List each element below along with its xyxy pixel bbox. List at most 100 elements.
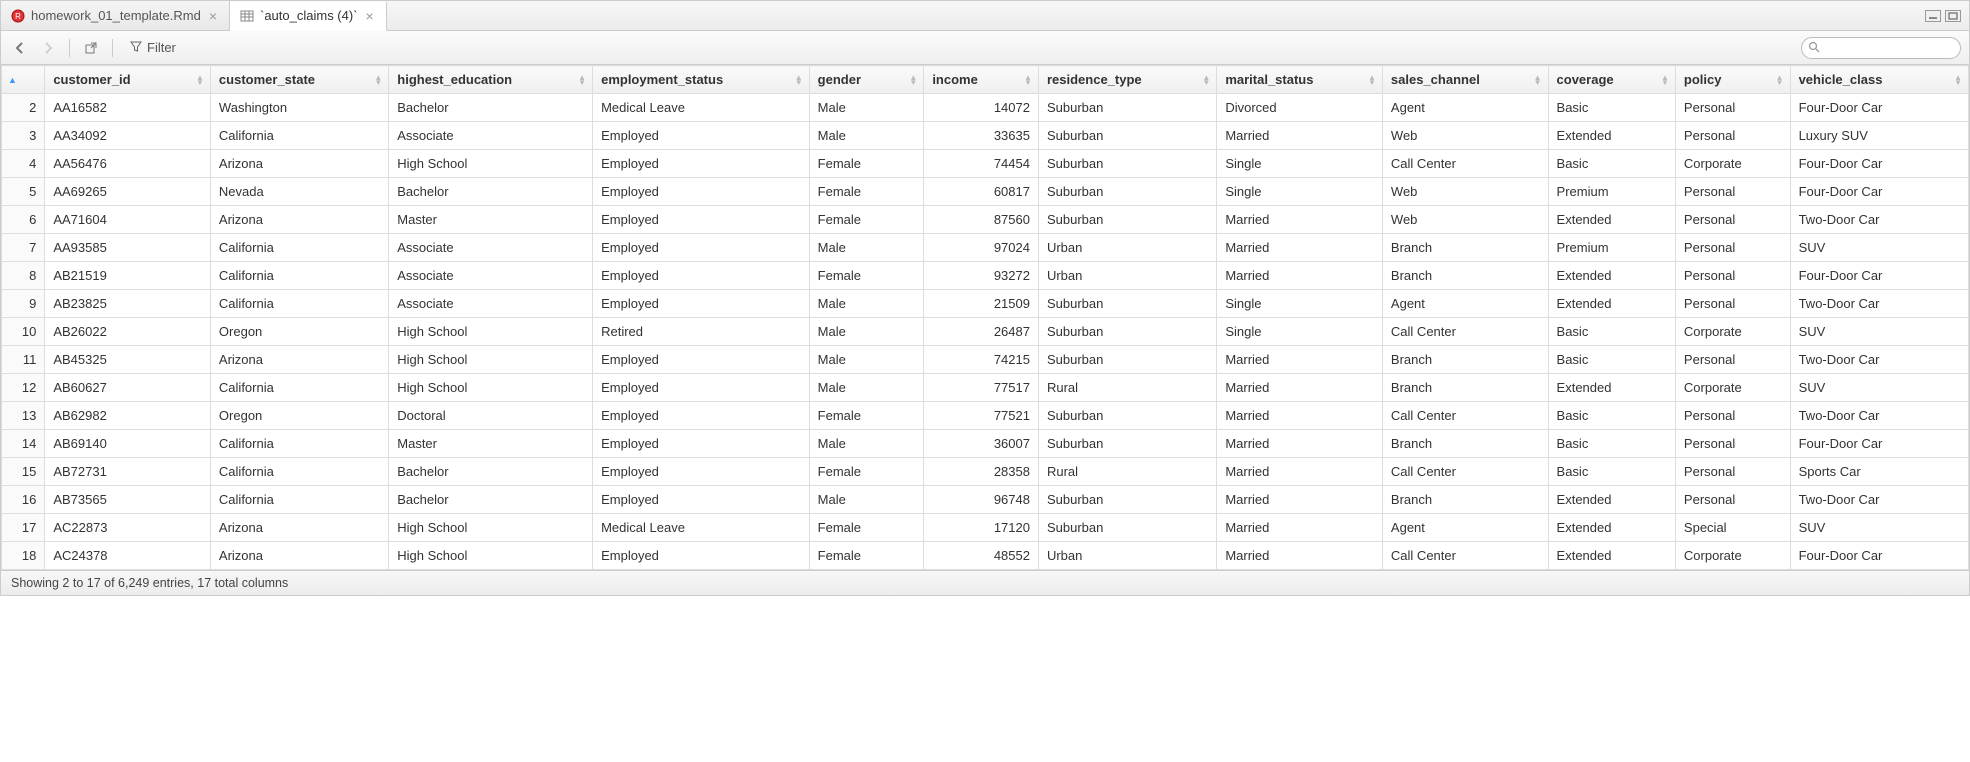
table-row[interactable]: 7AA93585CaliforniaAssociateEmployedMale9… (2, 234, 1969, 262)
table-row[interactable]: 10AB26022OregonHigh SchoolRetiredMale264… (2, 318, 1969, 346)
table-row[interactable]: 5AA69265NevadaBachelorEmployedFemale6081… (2, 178, 1969, 206)
table-row[interactable]: 11AB45325ArizonaHigh SchoolEmployedMale7… (2, 346, 1969, 374)
row-number-cell: 8 (2, 262, 45, 290)
table-row[interactable]: 14AB69140CaliforniaMasterEmployedMale360… (2, 430, 1969, 458)
cell-marital_status: Single (1217, 290, 1383, 318)
cell-highest_education: High School (389, 346, 593, 374)
column-header-customer_state[interactable]: customer_state▲▼ (210, 66, 388, 94)
column-label: coverage (1557, 72, 1614, 87)
sort-toggle-icon[interactable]: ▲▼ (1776, 75, 1784, 85)
row-number-cell: 11 (2, 346, 45, 374)
cell-highest_education: High School (389, 374, 593, 402)
cell-marital_status: Married (1217, 542, 1383, 570)
cell-vehicle_class: Four-Door Car (1790, 430, 1968, 458)
cell-vehicle_class: SUV (1790, 514, 1968, 542)
cell-income: 17120 (924, 514, 1039, 542)
sort-toggle-icon[interactable]: ▲▼ (1368, 75, 1376, 85)
table-row[interactable]: 6AA71604ArizonaMasterEmployedFemale87560… (2, 206, 1969, 234)
sort-toggle-icon[interactable]: ▲▼ (1202, 75, 1210, 85)
column-header-gender[interactable]: gender▲▼ (809, 66, 924, 94)
tab-auto-claims[interactable]: `auto_claims (4)` × (230, 2, 387, 31)
table-row[interactable]: 15AB72731CaliforniaBachelorEmployedFemal… (2, 458, 1969, 486)
column-header-customer_id[interactable]: customer_id ▲▼ (45, 66, 211, 94)
cell-income: 48552 (924, 542, 1039, 570)
cell-coverage: Basic (1548, 150, 1675, 178)
sort-toggle-icon[interactable]: ▲▼ (196, 75, 204, 85)
cell-employment_status: Medical Leave (593, 94, 810, 122)
minimize-pane-button[interactable] (1925, 10, 1941, 22)
table-row[interactable]: 16AB73565CaliforniaBachelorEmployedMale9… (2, 486, 1969, 514)
row-number-header[interactable] (2, 66, 45, 94)
nav-back-button[interactable] (9, 37, 31, 59)
close-icon[interactable]: × (364, 8, 376, 24)
sort-toggle-icon[interactable]: ▲▼ (1661, 75, 1669, 85)
table-row[interactable]: 12AB60627CaliforniaHigh SchoolEmployedMa… (2, 374, 1969, 402)
cell-coverage: Extended (1548, 374, 1675, 402)
popout-button[interactable] (80, 37, 102, 59)
maximize-pane-button[interactable] (1945, 10, 1961, 22)
filter-button[interactable]: Filter (123, 37, 182, 58)
close-icon[interactable]: × (207, 8, 219, 24)
sort-toggle-icon[interactable]: ▲▼ (1954, 75, 1962, 85)
cell-marital_status: Married (1217, 486, 1383, 514)
cell-policy: Personal (1675, 402, 1790, 430)
cell-highest_education: High School (389, 514, 593, 542)
table-row[interactable]: 2AA16582WashingtonBachelorMedical LeaveM… (2, 94, 1969, 122)
tab-homework-rmd[interactable]: R homework_01_template.Rmd × (1, 1, 230, 30)
column-header-residence_type[interactable]: residence_type▲▼ (1038, 66, 1216, 94)
column-header-highest_education[interactable]: highest_education▲▼ (389, 66, 593, 94)
search-input[interactable] (1801, 37, 1961, 59)
cell-customer_id: AC22873 (45, 514, 211, 542)
column-header-coverage[interactable]: coverage ▲▼ (1548, 66, 1675, 94)
cell-employment_status: Employed (593, 122, 810, 150)
column-header-income[interactable]: income▲▼ (924, 66, 1039, 94)
cell-residence_type: Suburban (1038, 346, 1216, 374)
column-label: vehicle_class (1799, 72, 1883, 87)
sort-toggle-icon[interactable]: ▲▼ (1024, 75, 1032, 85)
table-row[interactable]: 8AB21519CaliforniaAssociateEmployedFemal… (2, 262, 1969, 290)
cell-sales_channel: Agent (1382, 290, 1548, 318)
cell-income: 33635 (924, 122, 1039, 150)
cell-highest_education: Associate (389, 290, 593, 318)
table-row[interactable]: 18AC24378ArizonaHigh SchoolEmployedFemal… (2, 542, 1969, 570)
table-row[interactable]: 3AA34092CaliforniaAssociateEmployedMale3… (2, 122, 1969, 150)
cell-residence_type: Suburban (1038, 122, 1216, 150)
sort-toggle-icon[interactable]: ▲▼ (795, 75, 803, 85)
sort-toggle-icon[interactable]: ▲▼ (374, 75, 382, 85)
cell-gender: Male (809, 234, 924, 262)
column-label: policy (1684, 72, 1722, 87)
tab-label: homework_01_template.Rmd (31, 8, 201, 23)
cell-employment_status: Employed (593, 542, 810, 570)
column-header-policy[interactable]: policy ▲▼ (1675, 66, 1790, 94)
column-header-vehicle_class[interactable]: vehicle_class ▲▼ (1790, 66, 1968, 94)
row-number-cell: 13 (2, 402, 45, 430)
cell-sales_channel: Web (1382, 206, 1548, 234)
table-row[interactable]: 17AC22873ArizonaHigh SchoolMedical Leave… (2, 514, 1969, 542)
column-header-employment_status[interactable]: employment_status▲▼ (593, 66, 810, 94)
cell-coverage: Extended (1548, 122, 1675, 150)
cell-sales_channel: Branch (1382, 262, 1548, 290)
nav-forward-button[interactable] (37, 37, 59, 59)
cell-highest_education: Bachelor (389, 486, 593, 514)
sort-toggle-icon[interactable]: ▲▼ (1534, 75, 1542, 85)
column-header-marital_status[interactable]: marital_status▲▼ (1217, 66, 1383, 94)
cell-policy: Personal (1675, 178, 1790, 206)
sort-toggle-icon[interactable]: ▲▼ (578, 75, 586, 85)
table-row[interactable]: 9AB23825CaliforniaAssociateEmployedMale2… (2, 290, 1969, 318)
table-row[interactable]: 13AB62982OregonDoctoralEmployedFemale775… (2, 402, 1969, 430)
cell-marital_status: Married (1217, 402, 1383, 430)
sort-toggle-icon[interactable]: ▲▼ (909, 75, 917, 85)
cell-customer_state: California (210, 290, 388, 318)
cell-customer_id: AA16582 (45, 94, 211, 122)
cell-employment_status: Medical Leave (593, 514, 810, 542)
cell-customer_id: AB45325 (45, 346, 211, 374)
cell-gender: Male (809, 430, 924, 458)
cell-coverage: Extended (1548, 542, 1675, 570)
cell-residence_type: Urban (1038, 262, 1216, 290)
cell-customer_id: AB26022 (45, 318, 211, 346)
cell-sales_channel: Agent (1382, 94, 1548, 122)
cell-customer_state: Nevada (210, 178, 388, 206)
column-header-sales_channel[interactable]: sales_channel▲▼ (1382, 66, 1548, 94)
column-label: customer_id (53, 72, 130, 87)
table-row[interactable]: 4AA56476ArizonaHigh SchoolEmployedFemale… (2, 150, 1969, 178)
